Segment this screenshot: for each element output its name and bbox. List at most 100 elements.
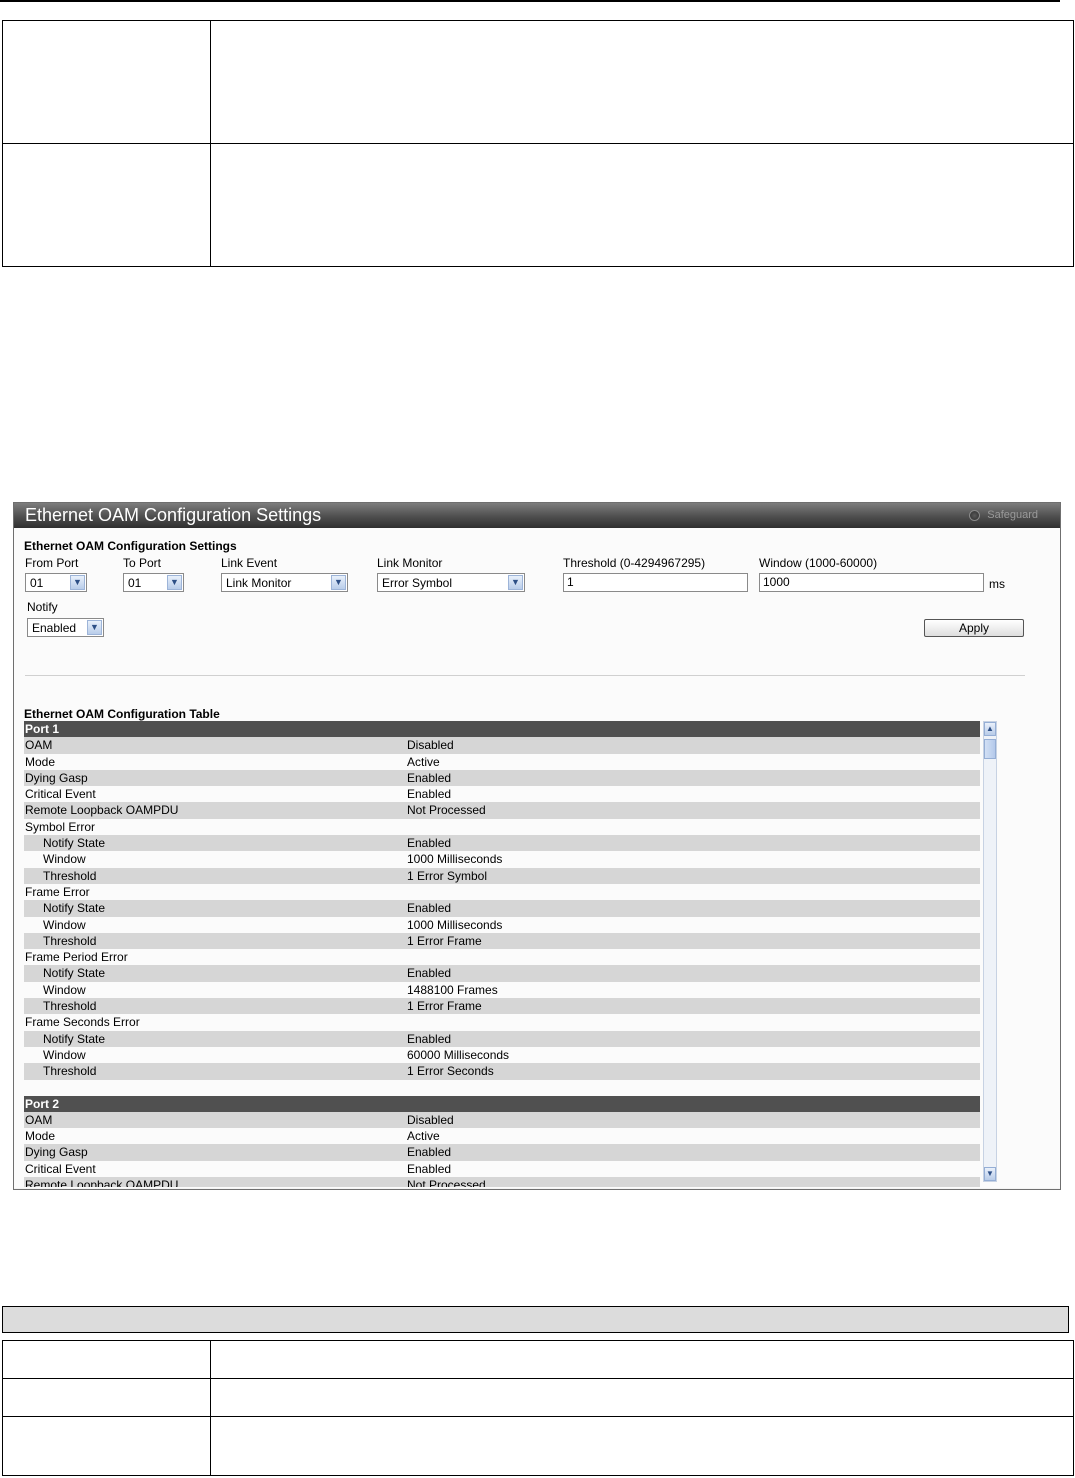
row-value: 1000 Milliseconds [407,917,503,932]
chevron-down-icon[interactable]: ▼ [70,575,85,590]
link-event-value: Link Monitor [226,576,292,590]
from-port-label: From Port [25,556,79,570]
row-key: Window [43,982,86,997]
window-input[interactable]: 1000 [759,573,984,592]
window-titlebar: Ethernet OAM Configuration Settings Safe… [14,503,1060,528]
row-key: Notify State [43,836,106,851]
row-key: Symbol Error [25,819,96,834]
scroll-up-icon[interactable]: ▲ [984,722,996,736]
table-row: Frame Seconds Error [24,1014,980,1030]
row-key: Critical Event [25,787,96,802]
table-row [2,1378,1074,1417]
scroll-thumb[interactable] [984,739,996,759]
row-value: Enabled [407,836,452,851]
row-value: 1488100 Frames [407,982,498,997]
table-row: Notify State Enabled [24,900,980,917]
row-value: 60000 Milliseconds [407,1047,510,1062]
from-port-select[interactable]: 01 ▼ [25,573,87,592]
scroll-down-icon[interactable]: ▼ [984,1167,996,1181]
table-row: Mode Active [24,754,980,770]
table-row: Critical Event Enabled [24,1161,980,1177]
table-row: OAM Disabled [24,737,980,754]
row-value: Enabled [407,1145,452,1160]
to-port-value: 01 [128,576,142,590]
table-row: Notify State Enabled [24,1030,980,1047]
oam-config-table: Port 1 OAM Disabled Mode Active Dying Gasp Ena… [24,721,980,1187]
port-header-label: Port 2 [25,1096,60,1111]
row-value: 1 Error Frame [407,999,482,1014]
to-port-label: To Port [123,556,162,570]
table-row: Window 1488100 Frames [24,982,980,998]
row-key: Window [43,1047,86,1062]
row-key: Threshold [43,868,97,883]
row-key: Threshold [43,1064,97,1079]
row-value: Disabled [407,738,454,753]
port-spacer-row [24,1080,980,1096]
row-key: Threshold [43,999,97,1014]
row-key: Frame Seconds Error [25,1015,140,1030]
threshold-input[interactable]: 1 [563,573,748,592]
table-scrollbar[interactable]: ▲ ▼ [983,721,997,1182]
table-row: Window 1000 Milliseconds [24,917,980,933]
table-row: Notify State Enabled [24,965,980,982]
apply-button[interactable]: Apply [924,619,1024,637]
row-key: Dying Gasp [25,770,88,785]
table-row [2,1416,1074,1476]
window-label: Window (1000-60000) [759,556,878,570]
row-value: Enabled [407,1031,452,1046]
description-table-bottom [2,1340,1074,1476]
window-content: Ethernet OAM Configuration Settings From… [14,528,1060,1188]
notify-value: Enabled [32,621,77,635]
table-row [2,1340,1074,1379]
row-key: Remote Loopback OAMPDU [25,1178,179,1187]
row-key: Dying Gasp [25,1145,88,1160]
description-table-top [2,20,1074,267]
link-event-select[interactable]: Link Monitor ▼ [221,573,348,592]
table-row: Notify State Enabled [24,835,980,852]
to-port-select[interactable]: 01 ▼ [123,573,184,592]
table-row: Threshold 1 Error Symbol [24,867,980,884]
table-row [2,20,1074,144]
row-value: Enabled [407,966,452,981]
link-monitor-select[interactable]: Error Symbol ▼ [377,573,525,592]
row-key: Threshold [43,933,97,948]
port-header-row: Port 2 [24,1095,980,1112]
row-key: OAM [25,738,53,753]
chevron-down-icon[interactable]: ▼ [331,575,346,590]
from-port-value: 01 [30,576,44,590]
table-row: Symbol Error [24,819,980,835]
row-key: Remote Loopback OAMPDU [25,803,179,818]
settings-section-title: Ethernet OAM Configuration Settings [24,539,237,553]
chevron-down-icon[interactable]: ▼ [87,620,102,635]
chevron-down-icon[interactable]: ▼ [508,575,523,590]
notify-label: Notify [27,600,58,614]
table-row [2,143,1074,267]
chevron-down-icon[interactable]: ▼ [167,575,182,590]
row-key: Window [43,917,86,932]
notify-select[interactable]: Enabled ▼ [27,618,104,637]
table-row: Window 60000 Milliseconds [24,1047,980,1063]
window-title: Ethernet OAM Configuration Settings [25,505,322,525]
row-key: Window [43,852,86,867]
table-row: Threshold 1 Error Frame [24,998,980,1015]
section-divider [25,675,1025,676]
table-row: Frame Period Error [24,949,980,965]
row-value: Enabled [407,1161,452,1176]
row-value: Active [407,1129,440,1144]
row-value: Active [407,754,440,769]
row-key: Frame Period Error [25,950,128,965]
port-header-label: Port 1 [25,722,60,736]
link-monitor-value: Error Symbol [382,576,453,590]
threshold-label: Threshold (0-4294967295) [563,556,706,570]
table-row: Threshold 1 Error Seconds [24,1063,980,1080]
window-unit: ms [989,577,1005,591]
oam-config-window: Ethernet OAM Configuration Settings Safe… [13,502,1061,1190]
row-key: Notify State [43,901,106,916]
safeguard-indicator: Safeguard [969,509,1038,521]
table-row: Frame Error [24,884,980,900]
table-row: OAM Disabled [24,1111,980,1129]
row-value: 1 Error Frame [407,933,482,948]
row-value: 1 Error Seconds [407,1064,494,1079]
table-row: Remote Loopback OAMPDU Not Processed [24,802,980,819]
table-row: Critical Event Enabled [24,786,980,802]
